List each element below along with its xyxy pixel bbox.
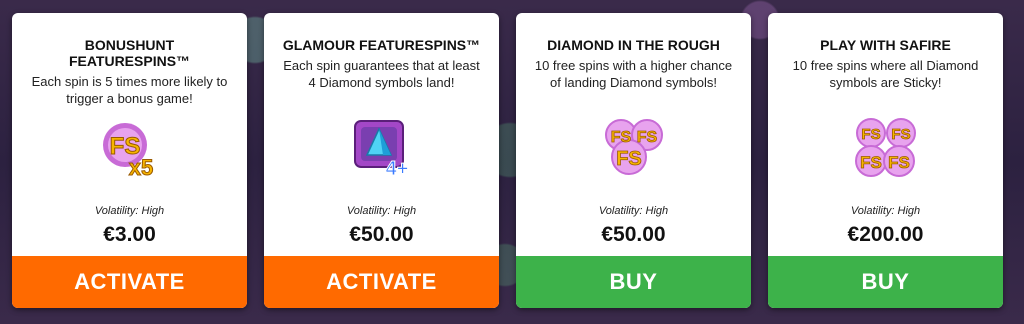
card-description: Each spin guarantees that at least 4 Dia… [283,58,480,90]
bonus-card-diamond-rough: DIAMOND IN THE ROUGH 10 free spins with … [516,13,751,308]
svg-text:FS: FS [888,153,910,172]
volatility-label: Volatility: High [94,205,165,217]
svg-text:FS: FS [610,129,631,146]
buy-button[interactable]: BUY [768,256,1003,308]
activate-button[interactable]: ACTIVATE [12,256,247,308]
card-title: GLAMOUR FEATURESPINS™ [282,37,481,53]
card-description: 10 free spins with a higher chance of la… [534,58,733,90]
card-title: BONUSHUNT FEATURESPINS™ [68,37,191,69]
card-price: €200.00 [847,223,924,246]
bonus-card-glamour: GLAMOUR FEATURESPINS™ Each spin guarante… [264,13,499,308]
card-description: 10 free spins where all Diamond symbols … [792,58,979,90]
card-price: €50.00 [601,223,666,246]
card-description: Each spin is 5 times more likely to trig… [31,74,228,106]
volatility-label: Volatility: High [346,205,417,217]
svg-text:x5: x5 [128,155,152,180]
svg-text:FS: FS [636,129,657,146]
fs-quad-icon: FS FS FS FS [854,118,916,177]
svg-text:FS: FS [860,153,882,172]
svg-text:FS: FS [861,126,880,143]
svg-text:FS: FS [891,126,910,143]
volatility-label: Volatility: High [598,205,669,217]
card-title: DIAMOND IN THE ROUGH [547,37,720,53]
card-title: PLAY WITH SAFIRE [820,37,951,53]
buy-button[interactable]: BUY [516,256,751,308]
volatility-label: Volatility: High [850,205,921,217]
diamond-4plus-icon: 4+ [353,120,408,181]
svg-text:FS: FS [616,148,642,170]
svg-text:4+: 4+ [385,158,408,180]
card-price: €3.00 [103,223,156,246]
card-price: €50.00 [349,223,414,246]
bonus-buy-cards: BONUSHUNT FEATURESPINS™ Each spin is 5 t… [12,13,1003,308]
activate-button[interactable]: ACTIVATE [264,256,499,308]
fs-x5-icon: FS x5 [102,123,153,181]
fs-triple-icon: FS FS FS [604,119,663,175]
bonus-card-safire: PLAY WITH SAFIRE 10 free spins where all… [768,13,1003,308]
bonus-card-bonushunt: BONUSHUNT FEATURESPINS™ Each spin is 5 t… [12,13,247,308]
